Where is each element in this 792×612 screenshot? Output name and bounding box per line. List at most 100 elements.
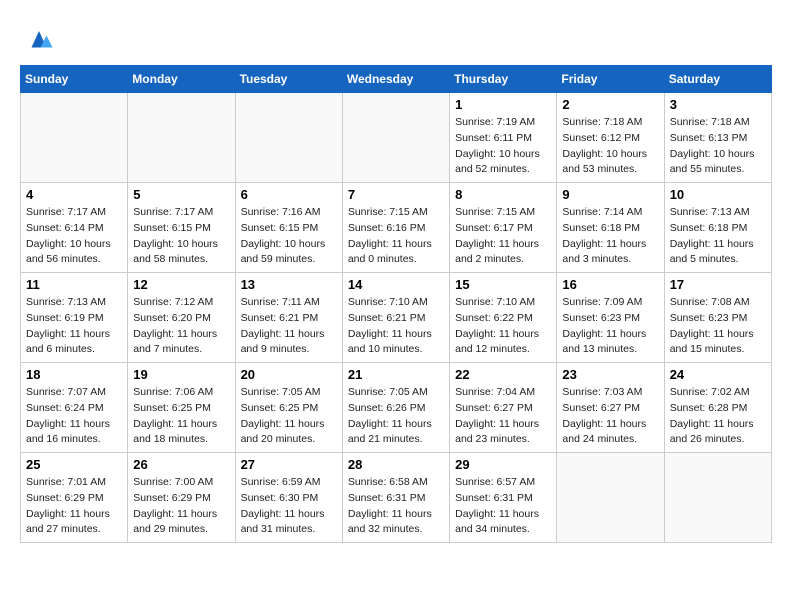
calendar-cell: 14 Sunrise: 7:10 AM Sunset: 6:21 PM Dayli… — [342, 273, 449, 363]
calendar-cell — [128, 93, 235, 183]
calendar-cell: 9 Sunrise: 7:14 AM Sunset: 6:18 PM Daylig… — [557, 183, 664, 273]
calendar-cell: 21Sunrise: 7:05 AM Sunset: 6:26 PM Dayli… — [342, 363, 449, 453]
day-number: 19 — [133, 367, 229, 382]
day-number: 23 — [562, 367, 658, 382]
calendar-cell: 20 Sunrise: 7:05 AM Sunset: 6:25 PM Dayli… — [235, 363, 342, 453]
calendar-cell: 19 Sunrise: 7:06 AM Sunset: 6:25 PM Dayli… — [128, 363, 235, 453]
calendar-week-3: 11 Sunrise: 7:13 AM Sunset: 6:19 PM Dayli… — [21, 273, 772, 363]
calendar-cell: 26Sunrise: 7:00 AM Sunset: 6:29 PM Dayli… — [128, 453, 235, 543]
day-number: 1 — [455, 97, 551, 112]
day-number: 29 — [455, 457, 551, 472]
day-info: Sunrise: 7:04 AM Sunset: 6:27 PM Dayligh… — [455, 385, 551, 448]
calendar-cell: 22 Sunrise: 7:04 AM Sunset: 6:27 PM Dayli… — [450, 363, 557, 453]
day-info: Sunrise: 6:58 AM Sunset: 6:31 PM Dayligh… — [348, 475, 444, 538]
day-info: Sunrise: 7:11 AM Sunset: 6:21 PM Dayligh… — [241, 295, 337, 358]
day-info: Sunrise: 7:13 AM Sunset: 6:19 PM Dayligh… — [26, 295, 122, 358]
logo-icon — [24, 25, 54, 55]
calendar-cell: 12 Sunrise: 7:12 AM Sunset: 6:20 PM Dayli… — [128, 273, 235, 363]
day-number: 6 — [241, 187, 337, 202]
day-number: 14 — [348, 277, 444, 292]
day-info: Sunrise: 7:10 AM Sunset: 6:21 PM Dayligh… — [348, 295, 444, 358]
day-info: Sunrise: 7:18 AM Sunset: 6:12 PM Dayligh… — [562, 115, 658, 178]
day-info: Sunrise: 7:14 AM Sunset: 6:18 PM Dayligh… — [562, 205, 658, 268]
calendar-cell: 5Sunrise: 7:17 AM Sunset: 6:15 PM Daylig… — [128, 183, 235, 273]
calendar-cell: 1Sunrise: 7:19 AM Sunset: 6:11 PM Daylig… — [450, 93, 557, 183]
calendar-cell: 4 Sunrise: 7:17 AM Sunset: 6:14 PM Daylig… — [21, 183, 128, 273]
calendar-cell: 2 Sunrise: 7:18 AM Sunset: 6:12 PM Daylig… — [557, 93, 664, 183]
calendar-cell: 3 Sunrise: 7:18 AM Sunset: 6:13 PM Daylig… — [664, 93, 771, 183]
day-info: Sunrise: 7:01 AM Sunset: 6:29 PM Dayligh… — [26, 475, 122, 538]
calendar-header-row: SundayMondayTuesdayWednesdayThursdayFrid… — [21, 66, 772, 93]
logo — [20, 25, 54, 55]
calendar-cell: 18 Sunrise: 7:07 AM Sunset: 6:24 PM Dayli… — [21, 363, 128, 453]
calendar-cell: 17 Sunrise: 7:08 AM Sunset: 6:23 PM Dayli… — [664, 273, 771, 363]
day-info: Sunrise: 7:13 AM Sunset: 6:18 PM Dayligh… — [670, 205, 766, 268]
calendar-cell — [342, 93, 449, 183]
calendar-cell: 27 Sunrise: 6:59 AM Sunset: 6:30 PM Dayli… — [235, 453, 342, 543]
day-number: 12 — [133, 277, 229, 292]
day-number: 13 — [241, 277, 337, 292]
calendar-week-4: 18 Sunrise: 7:07 AM Sunset: 6:24 PM Dayli… — [21, 363, 772, 453]
day-number: 10 — [670, 187, 766, 202]
calendar-cell: 24 Sunrise: 7:02 AM Sunset: 6:28 PM Dayli… — [664, 363, 771, 453]
day-number: 11 — [26, 277, 122, 292]
day-header-saturday: Saturday — [664, 66, 771, 93]
calendar-cell: 16 Sunrise: 7:09 AM Sunset: 6:23 PM Dayli… — [557, 273, 664, 363]
day-number: 15 — [455, 277, 551, 292]
day-info: Sunrise: 7:07 AM Sunset: 6:24 PM Dayligh… — [26, 385, 122, 448]
day-info: Sunrise: 7:15 AM Sunset: 6:17 PM Dayligh… — [455, 205, 551, 268]
calendar-cell — [235, 93, 342, 183]
day-number: 20 — [241, 367, 337, 382]
day-header-tuesday: Tuesday — [235, 66, 342, 93]
day-info: Sunrise: 6:59 AM Sunset: 6:30 PM Dayligh… — [241, 475, 337, 538]
day-header-friday: Friday — [557, 66, 664, 93]
day-info: Sunrise: 7:02 AM Sunset: 6:28 PM Dayligh… — [670, 385, 766, 448]
day-info: Sunrise: 7:17 AM Sunset: 6:14 PM Dayligh… — [26, 205, 122, 268]
calendar-cell: 23 Sunrise: 7:03 AM Sunset: 6:27 PM Dayli… — [557, 363, 664, 453]
day-number: 18 — [26, 367, 122, 382]
calendar-cell: 28 Sunrise: 6:58 AM Sunset: 6:31 PM Dayli… — [342, 453, 449, 543]
day-info: Sunrise: 7:03 AM Sunset: 6:27 PM Dayligh… — [562, 385, 658, 448]
day-number: 16 — [562, 277, 658, 292]
day-info: Sunrise: 7:00 AM Sunset: 6:29 PM Dayligh… — [133, 475, 229, 538]
calendar-cell: 8 Sunrise: 7:15 AM Sunset: 6:17 PM Daylig… — [450, 183, 557, 273]
day-number: 25 — [26, 457, 122, 472]
calendar-cell — [21, 93, 128, 183]
day-number: 3 — [670, 97, 766, 112]
day-number: 28 — [348, 457, 444, 472]
day-header-sunday: Sunday — [21, 66, 128, 93]
day-info: Sunrise: 7:18 AM Sunset: 6:13 PM Dayligh… — [670, 115, 766, 178]
day-info: Sunrise: 7:08 AM Sunset: 6:23 PM Dayligh… — [670, 295, 766, 358]
day-number: 27 — [241, 457, 337, 472]
day-number: 2 — [562, 97, 658, 112]
day-number: 7 — [348, 187, 444, 202]
day-info: Sunrise: 7:06 AM Sunset: 6:25 PM Dayligh… — [133, 385, 229, 448]
day-info: Sunrise: 7:17 AM Sunset: 6:15 PM Dayligh… — [133, 205, 229, 268]
calendar-cell: 7 Sunrise: 7:15 AM Sunset: 6:16 PM Daylig… — [342, 183, 449, 273]
calendar-cell: 6 Sunrise: 7:16 AM Sunset: 6:15 PM Daylig… — [235, 183, 342, 273]
day-info: Sunrise: 7:09 AM Sunset: 6:23 PM Dayligh… — [562, 295, 658, 358]
day-info: Sunrise: 7:12 AM Sunset: 6:20 PM Dayligh… — [133, 295, 229, 358]
day-info: Sunrise: 7:05 AM Sunset: 6:25 PM Dayligh… — [241, 385, 337, 448]
day-number: 17 — [670, 277, 766, 292]
calendar-cell — [557, 453, 664, 543]
calendar-cell: 15 Sunrise: 7:10 AM Sunset: 6:22 PM Dayli… — [450, 273, 557, 363]
day-header-wednesday: Wednesday — [342, 66, 449, 93]
day-info: Sunrise: 7:15 AM Sunset: 6:16 PM Dayligh… — [348, 205, 444, 268]
day-header-monday: Monday — [128, 66, 235, 93]
calendar-cell: 25 Sunrise: 7:01 AM Sunset: 6:29 PM Dayli… — [21, 453, 128, 543]
day-number: 8 — [455, 187, 551, 202]
page-header — [20, 20, 772, 55]
day-info: Sunrise: 7:16 AM Sunset: 6:15 PM Dayligh… — [241, 205, 337, 268]
calendar-cell: 10 Sunrise: 7:13 AM Sunset: 6:18 PM Dayli… — [664, 183, 771, 273]
day-number: 4 — [26, 187, 122, 202]
day-number: 9 — [562, 187, 658, 202]
day-info: Sunrise: 7:10 AM Sunset: 6:22 PM Dayligh… — [455, 295, 551, 358]
day-number: 24 — [670, 367, 766, 382]
calendar-week-2: 4 Sunrise: 7:17 AM Sunset: 6:14 PM Daylig… — [21, 183, 772, 273]
day-info: Sunrise: 6:57 AM Sunset: 6:31 PM Dayligh… — [455, 475, 551, 538]
day-number: 22 — [455, 367, 551, 382]
calendar-cell: 11 Sunrise: 7:13 AM Sunset: 6:19 PM Dayli… — [21, 273, 128, 363]
calendar-week-5: 25 Sunrise: 7:01 AM Sunset: 6:29 PM Dayli… — [21, 453, 772, 543]
calendar-cell: 29 Sunrise: 6:57 AM Sunset: 6:31 PM Dayli… — [450, 453, 557, 543]
